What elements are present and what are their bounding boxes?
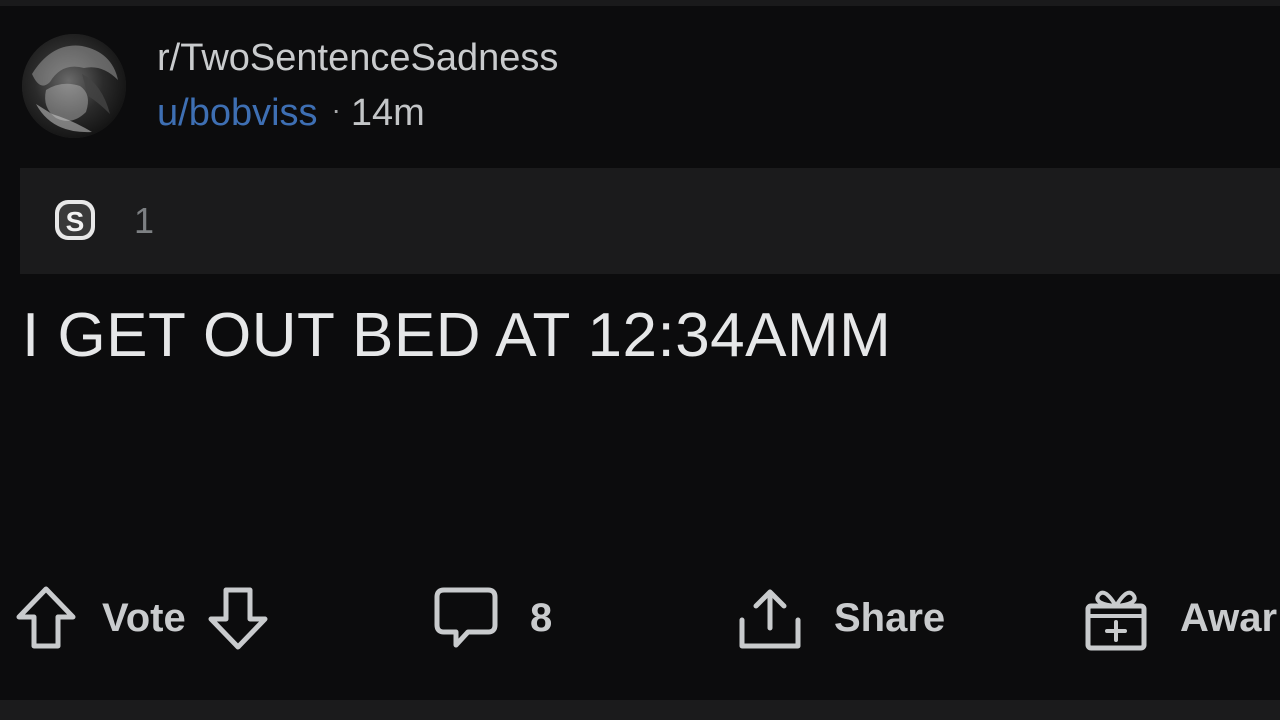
post-age: 14m: [350, 92, 425, 134]
share-button[interactable]: Share: [736, 582, 945, 654]
bottom-divider: [0, 700, 1280, 720]
svg-text:S: S: [66, 206, 85, 237]
vote-bar: Vote: [14, 582, 270, 654]
avatar-image: [22, 34, 126, 138]
share-upload-icon: [739, 589, 801, 649]
award-button[interactable]: Awar: [1082, 582, 1277, 654]
top-divider: [0, 0, 1280, 6]
subreddit-name[interactable]: r/TwoSentenceSadness: [157, 37, 558, 80]
awards-bar[interactable]: S 1: [20, 168, 1280, 274]
comments-button[interactable]: 8: [432, 582, 552, 654]
upvote-arrow-icon[interactable]: [14, 584, 78, 652]
reddit-post: r/TwoSentenceSadness u/bobviss · 14m S 1 I…: [0, 0, 1280, 720]
comment-bubble-icon: [434, 587, 498, 648]
meta-separator: ·: [331, 94, 341, 125]
post-title[interactable]: I GET OUT BED AT 12:34AMM: [22, 300, 891, 371]
award-count: 1: [134, 200, 155, 241]
author-username[interactable]: u/bobviss: [157, 92, 318, 134]
vote-label: Vote: [102, 595, 186, 640]
award-label: Awar: [1180, 595, 1278, 640]
comment-count: 8: [530, 595, 553, 640]
gift-icon: [1085, 590, 1147, 651]
share-label: Share: [834, 595, 946, 640]
avatar[interactable]: [22, 34, 126, 138]
silver-award-icon: S: [55, 200, 95, 240]
post-meta: u/bobviss · 14m: [157, 92, 425, 135]
downvote-arrow-icon[interactable]: [206, 584, 270, 652]
